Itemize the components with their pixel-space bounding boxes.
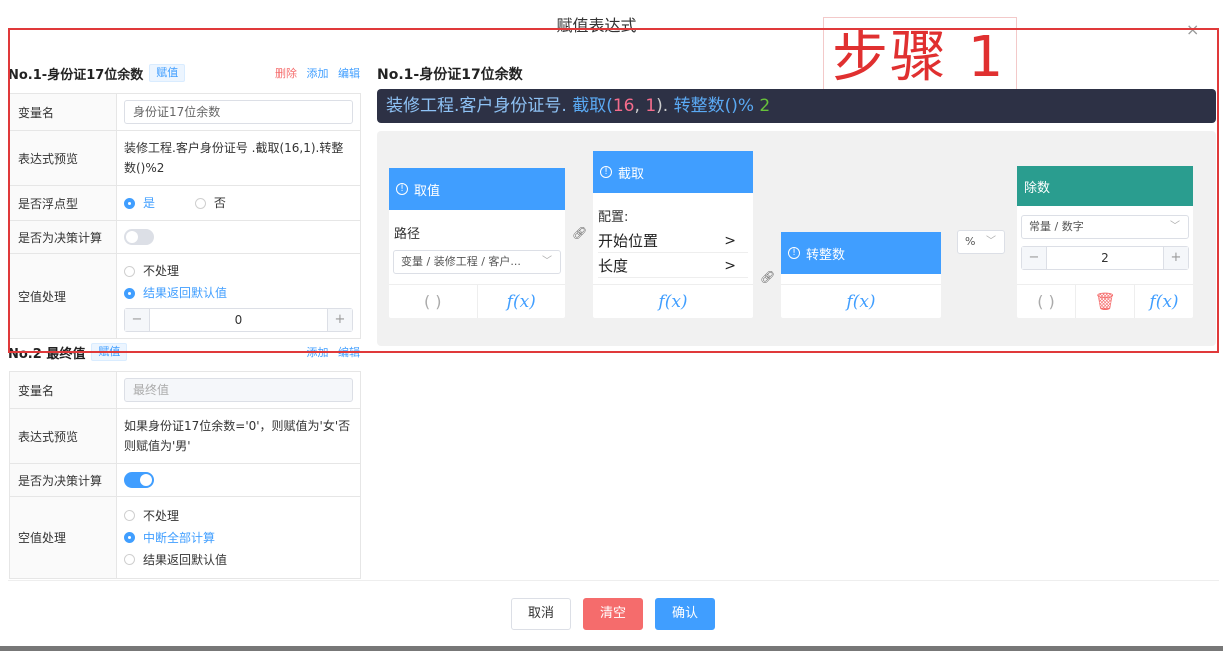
section2-form: 变量名 最终值 表达式预览 如果身份证17位余数='0'，则赋值为'女'否则赋值… xyxy=(9,371,361,579)
clear-button[interactable]: 清空 xyxy=(583,598,643,630)
confirm-button[interactable]: 确认 xyxy=(655,598,715,630)
decision-toggle[interactable] xyxy=(124,472,154,488)
varname-label: 变量名 xyxy=(9,371,117,409)
preview-label: 表达式预览 xyxy=(9,408,117,464)
assign-expression-dialog: 赋值表达式 × 步骤 1 No.1-身份证17位余数 赋值 删除 添加 编辑 变… xyxy=(0,0,1223,651)
radio-unchecked-icon xyxy=(124,554,135,565)
radio-checked-icon xyxy=(124,532,135,543)
null-abort-radio[interactable]: 中断全部计算 xyxy=(124,527,215,549)
step-highlight-box xyxy=(8,28,1219,353)
radio-unchecked-icon xyxy=(124,510,135,521)
null-ignore-radio[interactable]: 不处理 xyxy=(124,505,179,527)
varname-input[interactable]: 最终值 xyxy=(124,378,353,402)
null-label: 空值处理 xyxy=(9,496,117,579)
null-default-radio[interactable]: 结果返回默认值 xyxy=(124,549,227,571)
bottom-bar xyxy=(0,646,1223,651)
cancel-button[interactable]: 取消 xyxy=(511,598,571,630)
footer-divider xyxy=(8,580,1219,581)
preview-value: 如果身份证17位余数='0'，则赋值为'女'否则赋值为'男' xyxy=(116,408,361,464)
decision-label: 是否为决策计算 xyxy=(9,463,117,497)
